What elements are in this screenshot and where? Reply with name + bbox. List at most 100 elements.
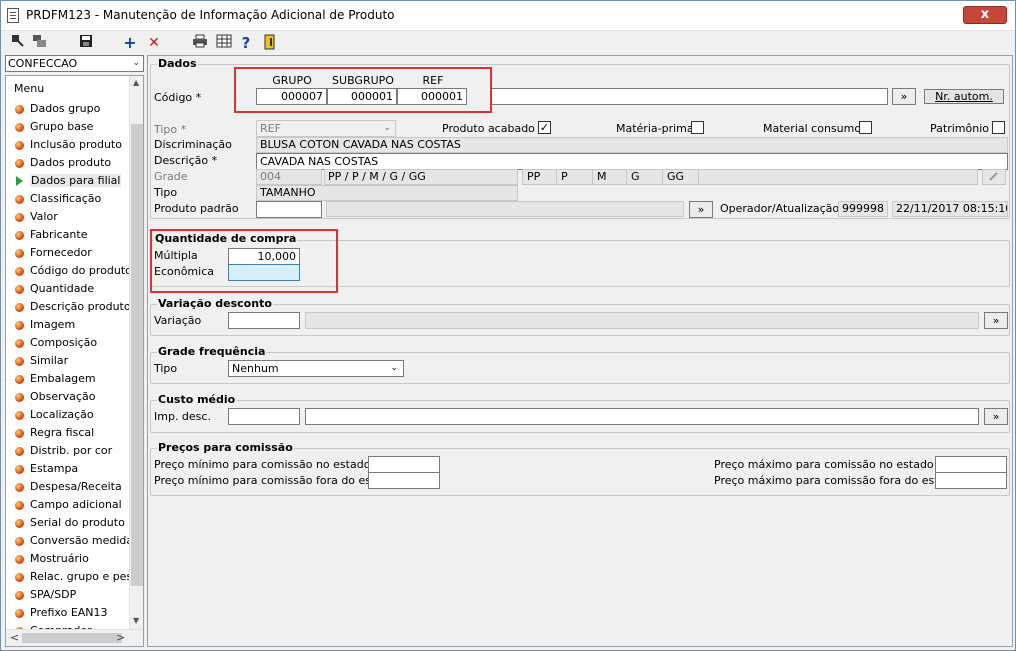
bullet-icon bbox=[15, 141, 24, 150]
variacao-search-button[interactable]: » bbox=[984, 312, 1008, 329]
menu-item-label: Dados grupo bbox=[30, 102, 101, 115]
produto-padrao-desc bbox=[326, 201, 684, 217]
produto-padrao-search-button[interactable]: » bbox=[689, 201, 713, 218]
menu-item[interactable]: Prefixo EAN13 bbox=[12, 604, 130, 622]
company-select[interactable]: CONFECCAO ⌄ bbox=[5, 55, 144, 72]
exit-icon[interactable] bbox=[261, 34, 279, 52]
imp-desc-search-button[interactable]: » bbox=[984, 408, 1008, 425]
bullet-icon bbox=[15, 501, 24, 510]
codigo-search-button[interactable]: » bbox=[892, 88, 916, 105]
menu-item[interactable]: Dados produto bbox=[12, 154, 130, 172]
chevron-down-icon: ⌄ bbox=[132, 58, 140, 68]
menu-item[interactable]: Similar bbox=[12, 352, 130, 370]
menu-horizontal-scrollbar[interactable]: < > bbox=[6, 629, 143, 646]
menu-item[interactable]: Fornecedor bbox=[12, 244, 130, 262]
nr-autom-button[interactable]: Nr. autom. bbox=[924, 89, 1004, 104]
patrimonio-checkbox[interactable] bbox=[992, 121, 1005, 134]
menu-item[interactable]: Quantidade bbox=[12, 280, 130, 298]
menu-vertical-scrollbar[interactable]: ▲ ▼ bbox=[129, 76, 143, 630]
save-icon[interactable] bbox=[77, 34, 95, 52]
scroll-right-icon[interactable]: > bbox=[116, 631, 125, 644]
menu-item[interactable]: Valor bbox=[12, 208, 130, 226]
copy-icon[interactable] bbox=[31, 34, 49, 52]
menu-item-label: Composição bbox=[30, 336, 98, 349]
menu-item[interactable]: Observação bbox=[12, 388, 130, 406]
materia-prima-checkbox[interactable] bbox=[691, 121, 704, 134]
bullet-icon bbox=[15, 231, 24, 240]
menu-item-label: Similar bbox=[30, 354, 69, 367]
menu-item[interactable]: Conversão medida bbox=[12, 532, 130, 550]
menu-item-label: Inclusão produto bbox=[30, 138, 122, 151]
grid-icon[interactable] bbox=[215, 34, 233, 52]
menu-item[interactable]: Serial do produto bbox=[12, 514, 130, 532]
menu-item[interactable]: Código do produto bbox=[12, 262, 130, 280]
menu-item[interactable]: Dados para filial bbox=[12, 172, 130, 190]
grade-edit-button[interactable] bbox=[982, 169, 1006, 185]
menu-item[interactable]: Relac. grupo e pess bbox=[12, 568, 130, 586]
tipo-select[interactable]: REF ⌄ bbox=[256, 120, 396, 137]
produto-acabado-checkbox[interactable]: ✓ bbox=[538, 121, 551, 134]
menu-item[interactable]: Embalagem bbox=[12, 370, 130, 388]
menu-item[interactable]: Distrib. por cor bbox=[12, 442, 130, 460]
menu-item-label: Observação bbox=[30, 390, 96, 403]
sidebar: CONFECCAO ⌄ Menu Dados grupo Grupo base In… bbox=[5, 55, 145, 647]
material-consumo-label: Material consumo bbox=[763, 122, 862, 135]
patrimonio-label: Patrimônio bbox=[930, 122, 989, 135]
codigo-extra-field[interactable] bbox=[490, 88, 888, 105]
title-bar: PRDFM123 - Manutenção de Informação Adic… bbox=[1, 1, 1015, 31]
menu-item-label: Dados para filial bbox=[30, 174, 122, 187]
add-icon[interactable]: + bbox=[121, 34, 139, 52]
application-window: PRDFM123 - Manutenção de Informação Adic… bbox=[0, 0, 1016, 651]
scroll-down-icon[interactable]: ▼ bbox=[133, 616, 139, 625]
menu-item[interactable]: Mostruário bbox=[12, 550, 130, 568]
precos-group: Preços para comissão bbox=[150, 441, 1010, 496]
grade-label: Grade bbox=[154, 170, 188, 183]
menu-item[interactable]: Regra fiscal bbox=[12, 424, 130, 442]
scroll-thumb[interactable] bbox=[131, 124, 143, 586]
menu-item-label: Localização bbox=[30, 408, 94, 421]
menu-item[interactable]: Localização bbox=[12, 406, 130, 424]
menu-item[interactable]: Imagem bbox=[12, 316, 130, 334]
variacao-field[interactable] bbox=[228, 312, 300, 329]
menu-item[interactable]: Fabricante bbox=[12, 226, 130, 244]
descricao-field[interactable]: CAVADA NAS COSTAS bbox=[256, 153, 1008, 170]
grade-frequencia-select[interactable]: Nenhum ⌄ bbox=[228, 360, 404, 377]
help-icon[interactable]: ? bbox=[237, 34, 255, 52]
menu-item-label: Mostruário bbox=[30, 552, 89, 565]
menu-item[interactable]: Classificação bbox=[12, 190, 130, 208]
menu-item[interactable]: Despesa/Receita bbox=[12, 478, 130, 496]
produto-padrao-field[interactable] bbox=[256, 201, 322, 218]
menu-item[interactable]: Inclusão produto bbox=[12, 136, 130, 154]
menu-item[interactable]: SPA/SDP bbox=[12, 586, 130, 604]
materia-prima-label: Matéria-prima bbox=[616, 122, 694, 135]
bullet-icon bbox=[15, 159, 24, 168]
menu-item[interactable]: Composição bbox=[12, 334, 130, 352]
scroll-up-icon[interactable]: ▲ bbox=[133, 78, 139, 87]
close-button[interactable]: x bbox=[963, 6, 1007, 24]
menu-item-label: Despesa/Receita bbox=[30, 480, 122, 493]
preco-max-fora-field[interactable] bbox=[935, 472, 1007, 489]
back-icon[interactable] bbox=[9, 34, 27, 52]
menu-item-label: Embalagem bbox=[30, 372, 96, 385]
material-consumo-checkbox[interactable] bbox=[859, 121, 872, 134]
menu-item[interactable]: Grupo base bbox=[12, 118, 130, 136]
bullet-icon bbox=[15, 195, 24, 204]
bullet-icon bbox=[15, 465, 24, 474]
delete-icon[interactable]: ✕ bbox=[145, 34, 163, 52]
menu-item[interactable]: Dados grupo bbox=[12, 100, 130, 118]
print-icon[interactable] bbox=[191, 34, 209, 52]
scroll-left-icon[interactable]: < bbox=[10, 631, 19, 644]
operador-label: Operador/Atualização bbox=[720, 202, 840, 215]
preco-max-estado-field[interactable] bbox=[935, 456, 1007, 473]
menu-item[interactable]: Descrição produto bbox=[12, 298, 130, 316]
hscroll-thumb[interactable] bbox=[22, 633, 122, 643]
menu-item[interactable]: Campo adicional bbox=[12, 496, 130, 514]
preco-min-fora-field[interactable] bbox=[368, 472, 440, 489]
menu-item[interactable]: Estampa bbox=[12, 460, 130, 478]
imp-desc-text[interactable] bbox=[305, 408, 979, 425]
imp-desc-field[interactable] bbox=[228, 408, 300, 425]
preco-min-estado-field[interactable] bbox=[368, 456, 440, 473]
document-icon bbox=[7, 8, 19, 23]
tipo2-label: Tipo bbox=[154, 186, 178, 199]
menu-item-label: Código do produto bbox=[30, 264, 130, 277]
